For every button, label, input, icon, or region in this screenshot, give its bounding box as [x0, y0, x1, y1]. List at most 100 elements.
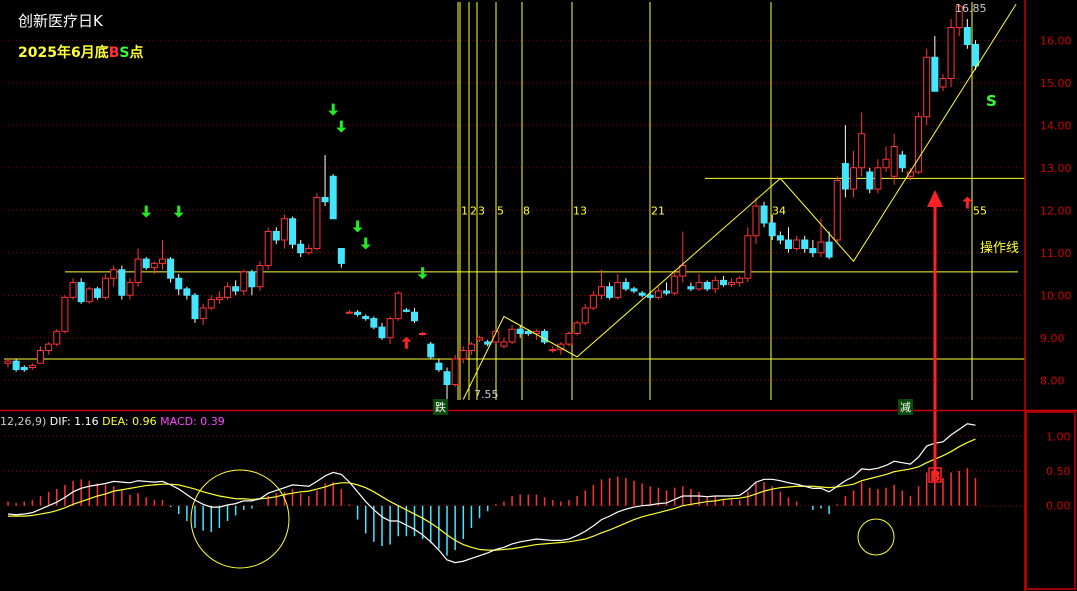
- price-tick-label: 8.00: [1040, 374, 1065, 387]
- sell-arrow-head: [173, 212, 184, 218]
- candle-body-up: [850, 167, 858, 190]
- candle-body-up: [451, 358, 459, 385]
- macd-value: MACD: 0.39: [160, 415, 225, 428]
- candle-body-up: [589, 294, 597, 309]
- macd-circle-right: [857, 518, 895, 556]
- price-tick-label: 10.00: [1040, 289, 1072, 302]
- fib-number: 8: [523, 204, 530, 217]
- candle-body-down: [12, 360, 20, 371]
- price-tick-label: 12.00: [1040, 204, 1072, 217]
- subtitle-b: B: [108, 45, 120, 61]
- dif-line: [7, 423, 976, 564]
- candle-body-up: [508, 328, 516, 343]
- candle-body-up: [345, 311, 353, 314]
- candle-body-up: [736, 277, 744, 283]
- low-label: 7.55: [474, 388, 499, 401]
- candle-body-down: [20, 367, 28, 371]
- candle-body-down: [524, 330, 532, 334]
- candle-body-down: [630, 288, 638, 292]
- price-tick-label: 13.00: [1040, 162, 1072, 175]
- candle-body-down: [484, 341, 492, 345]
- candle-body-down: [118, 269, 126, 296]
- candle-body-up: [671, 275, 679, 294]
- candle-body-up: [476, 337, 484, 341]
- candle-body-down: [362, 316, 370, 320]
- candle-body-down: [167, 258, 175, 279]
- sell-arrow: [328, 103, 339, 116]
- price-tick-label: 9.00: [1040, 332, 1065, 345]
- candle-body-down: [411, 311, 418, 322]
- candle-body-down: [297, 243, 305, 254]
- candle-body-up: [394, 292, 402, 320]
- candle-body-down: [370, 318, 378, 328]
- subtitle-s: S: [119, 45, 130, 61]
- sell-arrow-shaft: [144, 205, 148, 213]
- candle-body-up: [728, 282, 736, 286]
- sell-marker: S: [986, 92, 997, 110]
- candle-body-down: [760, 205, 768, 224]
- fib-number: 55: [973, 204, 987, 217]
- buy-arrow: [962, 196, 973, 209]
- candle-body-down: [606, 286, 614, 298]
- box-label-right: 减: [898, 399, 913, 415]
- sell-arrow: [173, 205, 184, 218]
- candle-body-up: [947, 27, 955, 79]
- candle-body-up: [833, 180, 841, 241]
- candle-body-up: [37, 350, 45, 364]
- candle-body-down: [784, 239, 792, 249]
- candle-body-up: [199, 307, 207, 320]
- fib-number: 21: [651, 204, 665, 217]
- candle-body-up: [28, 364, 36, 368]
- fib-number: 13: [573, 204, 587, 217]
- sell-arrow: [352, 220, 363, 233]
- candle-body-up: [240, 271, 248, 292]
- candle-body-up: [419, 333, 427, 335]
- candle-body-down: [809, 248, 817, 254]
- candle-body-down: [898, 154, 906, 169]
- candle-body-down: [427, 343, 435, 358]
- candle-body-down: [687, 286, 695, 290]
- candle-body-down: [337, 248, 345, 264]
- candle-body-up: [53, 330, 61, 345]
- price-tick-label: 15.00: [1040, 77, 1072, 90]
- candle-body-up: [752, 205, 760, 237]
- candle-body-down: [232, 286, 240, 292]
- candle-body-up: [614, 282, 622, 298]
- buy-arrow-shaft: [965, 201, 969, 209]
- candle-body-down: [801, 239, 809, 249]
- gridlines: [4, 39, 1025, 507]
- candle-body-up: [679, 265, 687, 277]
- candle-body-up: [744, 235, 752, 279]
- subtitle-suffix: 点: [129, 45, 144, 61]
- candle-body-down: [663, 290, 671, 294]
- chart-title: 创新医疗日K: [18, 12, 103, 30]
- candle-body-down: [248, 271, 256, 288]
- candle-body-down: [378, 326, 386, 339]
- sell-arrow: [360, 237, 371, 250]
- candle-body-up: [581, 307, 589, 324]
- fib-number: 1: [461, 204, 468, 217]
- chart-subtitle: 2025年6月底BS点: [18, 42, 143, 62]
- candle-body-down: [866, 171, 874, 190]
- candle-body-up: [500, 341, 508, 347]
- candle-body-up: [459, 350, 467, 360]
- candle-body-up: [158, 258, 166, 264]
- macd-circle-left: [190, 469, 290, 569]
- macd-header: 12,26,9) DIF: 1.16 DEA: 0.96 MACD: 0.39: [0, 415, 225, 428]
- candle-body-down: [183, 288, 191, 296]
- fib-number: 2: [470, 204, 477, 217]
- candle-body-down: [329, 175, 337, 220]
- macd-dif: DIF: 1.16: [49, 415, 99, 428]
- candle-body-up: [695, 282, 703, 290]
- candle-body-up: [313, 197, 321, 249]
- candle-body-down: [272, 231, 280, 241]
- sell-arrow: [336, 120, 347, 133]
- box-label-left: 跌: [433, 399, 448, 415]
- candle-body-up: [264, 231, 272, 266]
- candle-body-down: [825, 241, 833, 258]
- candle-body-up: [61, 296, 69, 332]
- sell-arrow-head: [360, 244, 371, 250]
- candle-body-up: [597, 286, 605, 296]
- candle-body-down: [435, 362, 443, 371]
- candle-body-up: [45, 343, 53, 351]
